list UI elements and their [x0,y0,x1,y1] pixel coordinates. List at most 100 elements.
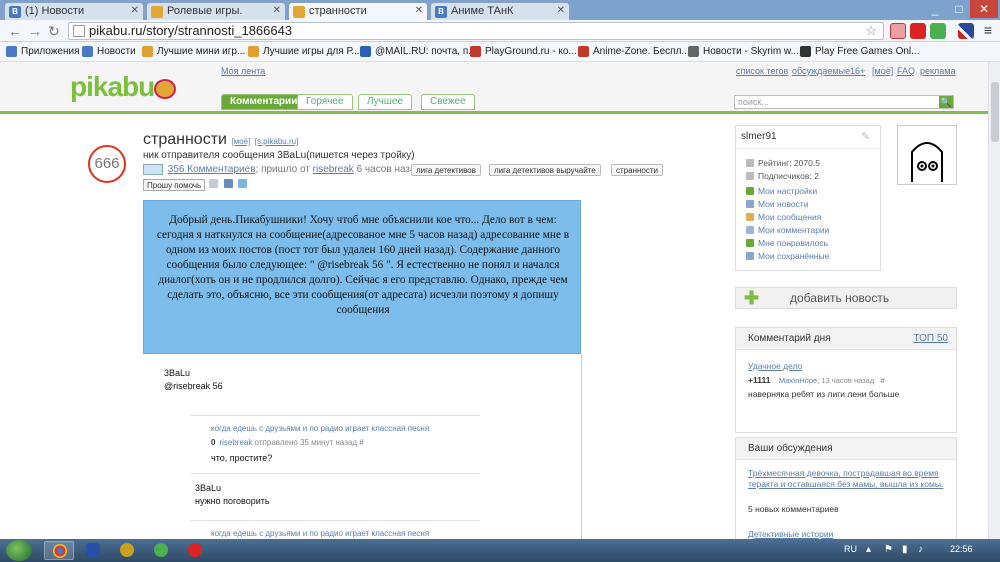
comment-context-link[interactable]: когда едешь с друзьями и по радио играет… [211,529,429,538]
close-icon[interactable]: ✕ [273,5,281,16]
sidebar-item-news[interactable]: Мои новости [746,199,808,209]
story-body: Добрый день.Пикабушники! Хочу чтоб мне о… [143,200,581,354]
tab-label: Ролевые игры. [167,5,243,17]
sidebar-item-liked[interactable]: Мне понравилось [746,238,828,248]
tag-strange[interactable]: странности [611,164,663,176]
sidebar-item-comments[interactable]: Мои комментарии [746,225,829,235]
volume-icon[interactable]: ♪ [918,544,923,555]
utorrent-taskbar-button[interactable] [146,541,176,560]
search-icon[interactable]: 🔍 [939,96,953,108]
vk-icon [82,46,93,57]
chrome-taskbar-button[interactable] [44,541,74,560]
sidebar-item-messages[interactable]: Мои сообщения [746,212,821,222]
help-button[interactable]: Прошу помочь [143,179,206,191]
my-feed-link[interactable]: Моя лента [221,66,265,76]
bookmark-item[interactable]: Новости [82,46,136,57]
clock[interactable]: 22:56 [950,544,973,554]
age-link[interactable]: 16+ [850,66,865,76]
share-icon[interactable] [238,179,247,188]
tab-fresh[interactable]: Свежее [421,94,475,110]
edit-icon[interactable]: ✎ [861,130,875,143]
tag-detective-help[interactable]: лига детективов выручайте [489,164,601,176]
bookmark-item[interactable]: Anime-Zone. Беспл... [578,46,690,57]
tray-arrow-icon[interactable]: ▴ [866,544,871,555]
network-icon[interactable]: ▮ [902,544,908,555]
mine-tag-link[interactable]: [моё] [231,137,250,146]
faq-link[interactable]: FAQ [897,66,915,76]
top50-link[interactable]: ТОП 50 [913,333,948,344]
ads-link[interactable]: реклама [920,66,956,76]
menu-icon[interactable]: ≡ [980,23,996,39]
minimize-icon[interactable]: _ [922,0,948,18]
site-logo[interactable]: pikabu [70,71,177,103]
back-icon[interactable]: ← [8,23,22,39]
story-title[interactable]: странности [моё] [s.pikabu.ru] [143,131,298,149]
tag-list-link[interactable]: список тегов [736,66,788,76]
share-icon[interactable] [224,179,233,188]
avatar[interactable] [897,125,957,185]
close-window-icon[interactable]: ✕ [970,0,998,18]
comment-user-link[interactable]: risebreak [219,438,252,447]
sidebar-item-settings[interactable]: Мои настройки [746,186,817,196]
scrollbar-thumb[interactable] [991,82,999,142]
cod-permalink[interactable]: # [881,376,885,385]
reload-icon[interactable]: ↻ [48,23,60,40]
browser-tab-active[interactable]: странности ✕ [288,2,428,21]
comment-permalink[interactable]: # [359,438,363,447]
discussion-link[interactable]: Трёхмесячная девочка, пострадавшая во вр… [748,468,948,490]
cod-user-link[interactable]: MaxInHope [779,376,817,385]
close-icon[interactable]: ✕ [415,5,423,16]
discussed-link[interactable]: обсуждаемые [792,66,850,76]
comment-score: 0 [211,438,216,447]
maximize-icon[interactable]: □ [946,0,972,18]
cod-post-link[interactable]: Удачное дело [748,361,802,372]
app-taskbar-button[interactable] [78,541,108,560]
pikabu-hat-icon [154,78,177,99]
bookmark-item[interactable]: Play Free Games Onl... [800,46,919,57]
bookmark-item[interactable]: Приложения [6,46,80,57]
language-indicator[interactable]: RU [844,544,857,554]
url-input[interactable]: pikabu.ru/story/strannosti_1866643 ☆ [68,22,884,40]
browser-tab[interactable]: В Аниме ТАнК ✕ [430,2,570,20]
story-title-text[interactable]: странности [143,131,227,148]
extension-icon[interactable] [890,23,906,39]
mine-link[interactable]: [моё] [872,66,893,76]
comment-context-link[interactable]: когда едешь с друзьями и по радио играет… [211,424,429,433]
bookmark-item[interactable]: Лучшие мини игр... [142,46,245,57]
thumb-up-icon [746,239,754,247]
page-scrollbar[interactable] [988,62,1000,539]
add-news-button[interactable]: ✚ добавить новость [735,287,957,309]
sidebar-item-saved[interactable]: Мои сохранённые [746,251,829,261]
extension-icon[interactable] [930,23,946,39]
app-taskbar-button[interactable] [180,541,210,560]
flag-icon[interactable]: ⚑ [884,544,893,555]
extension-icon[interactable] [910,23,926,39]
author-link[interactable]: risebreak [313,164,354,175]
browser-tab[interactable]: В (1) Новости ✕ [4,2,144,20]
star-icon[interactable]: ☆ [865,23,877,39]
save-icon[interactable] [209,179,218,188]
forward-icon[interactable]: → [28,23,42,39]
bookmark-item[interactable]: @MAIL.RU: почта, п... [360,46,477,57]
tag-detective-league[interactable]: лига детективов [411,164,482,176]
app-taskbar-button[interactable] [112,541,142,560]
tab-best[interactable]: Лучшее [358,94,413,110]
close-icon[interactable]: ✕ [131,5,139,16]
bookmark-item[interactable]: PlayGround.ru - ко... [470,46,577,57]
comments-link[interactable]: 356 Комментариев [168,164,256,175]
bookmark-label: Лучшие мини игр... [157,46,246,57]
flag-icon[interactable] [958,23,974,39]
search-input[interactable]: поиск... 🔍 [734,95,954,109]
start-button[interactable] [6,540,32,561]
source-link[interactable]: [s.pikabu.ru] [255,137,299,146]
tab-comments[interactable]: Комментарии [221,94,307,110]
user-panel: slmer91 ✎ Рейтинг: 2070.5 Подписчиков: 2… [735,125,882,271]
close-icon[interactable]: ✕ [557,5,565,16]
username[interactable]: slmer91 [741,131,777,142]
tab-hot[interactable]: Горячее [297,94,353,110]
bookmark-item[interactable]: Лучшие игры для Р... [248,46,360,57]
browser-tab[interactable]: Ролевые игры. ✕ [146,2,286,20]
comment-icon[interactable] [143,164,163,175]
bookmark-item[interactable]: Новости - Skyrim w... [688,46,799,57]
divider [190,520,480,521]
